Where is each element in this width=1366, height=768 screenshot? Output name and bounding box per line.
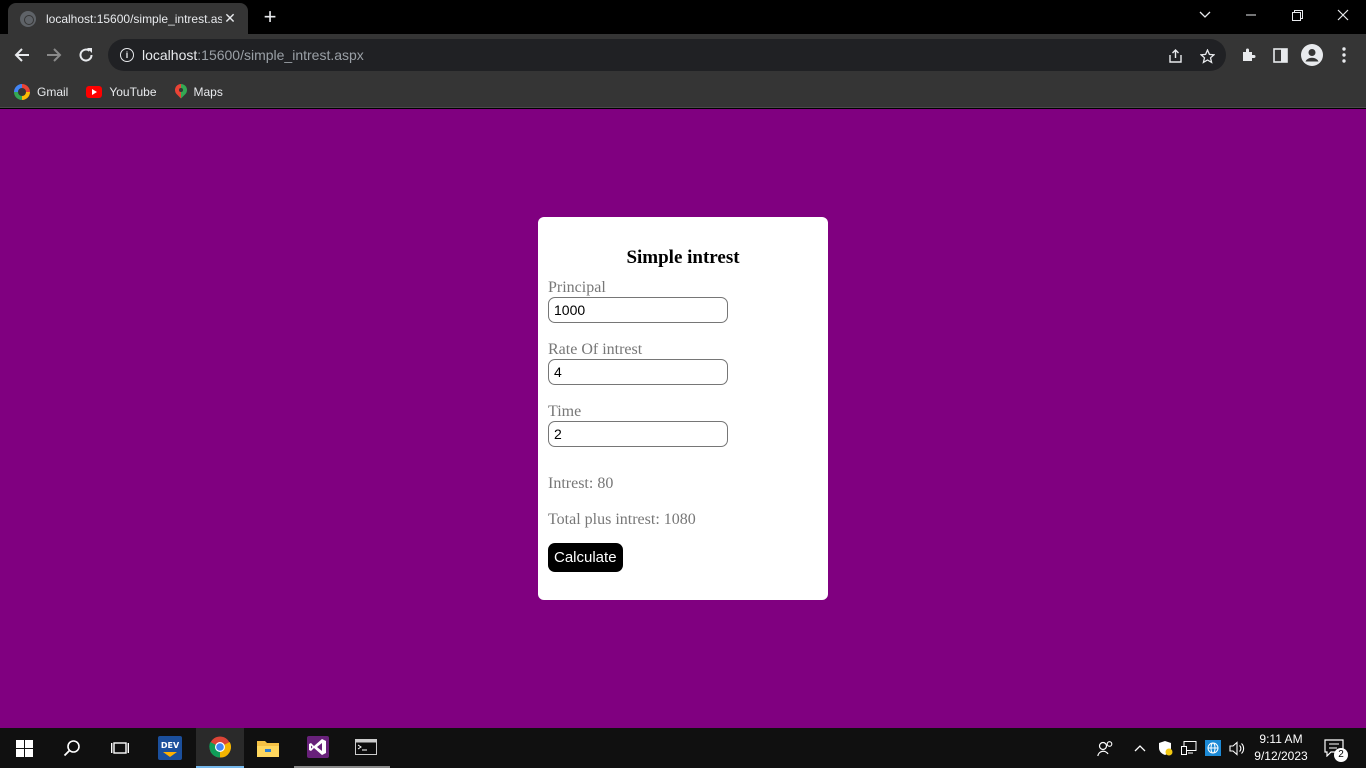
principal-input[interactable] — [548, 297, 728, 323]
chrome-icon[interactable] — [196, 728, 244, 768]
page-viewport: Simple intrest Principal Rate Of intrest… — [0, 109, 1366, 728]
tab-strip: localhost:15600/simple_intrest.aspx ✕ + — [0, 0, 1366, 34]
principal-label: Principal — [548, 279, 606, 296]
notification-count-badge: 2 — [1334, 748, 1348, 762]
tab-title: localhost:15600/simple_intrest.aspx — [46, 11, 222, 26]
bookmark-label: Gmail — [37, 84, 69, 99]
menu-kebab-icon[interactable] — [1330, 41, 1358, 69]
interest-result: Intrest: 80 — [548, 475, 614, 492]
maps-icon — [175, 84, 187, 100]
info-icon[interactable]: i — [120, 48, 134, 62]
svg-text:DEV: DEV — [161, 741, 180, 750]
chevron-up-icon[interactable] — [1132, 728, 1148, 768]
task-view-icon[interactable] — [96, 728, 144, 768]
restore-icon[interactable] — [1274, 0, 1320, 30]
youtube-icon — [86, 85, 103, 98]
terminal-icon[interactable] — [342, 728, 390, 768]
search-icon[interactable] — [48, 728, 96, 768]
forward-icon[interactable] — [40, 41, 68, 69]
notifications-icon[interactable]: 2 — [1322, 728, 1348, 768]
google-icon — [14, 83, 30, 100]
security-shield-icon[interactable] — [1156, 728, 1174, 768]
devexpress-icon[interactable]: DEV — [146, 728, 194, 768]
side-panel-icon[interactable] — [1266, 41, 1294, 69]
volume-icon[interactable] — [1228, 728, 1246, 768]
interest-form-card: Simple intrest Principal Rate Of intrest… — [538, 217, 828, 600]
browser-tab[interactable]: localhost:15600/simple_intrest.aspx ✕ — [8, 3, 248, 34]
windows-taskbar: DEV 9:11 AM 9/12/2023 2 — [0, 728, 1366, 768]
share-icon[interactable] — [1166, 47, 1184, 65]
browser-toolbar: i localhost :15600/simple_intrest.aspx — [0, 34, 1366, 76]
url-path: :15600/simple_intrest.aspx — [197, 47, 364, 63]
people-icon[interactable] — [1094, 728, 1116, 768]
clock-date: 9/12/2023 — [1254, 749, 1308, 763]
address-bar[interactable]: i localhost :15600/simple_intrest.aspx — [108, 39, 1226, 71]
reload-icon[interactable] — [72, 41, 100, 69]
visual-studio-icon[interactable] — [294, 728, 342, 768]
minimize-icon[interactable] — [1228, 0, 1274, 30]
network-icon[interactable] — [1180, 728, 1198, 768]
language-icon[interactable] — [1204, 728, 1222, 768]
time-label: Time — [548, 403, 582, 420]
rate-label: Rate Of intrest — [548, 341, 643, 358]
clock-time: 9:11 AM — [1259, 732, 1303, 746]
bookmark-star-icon[interactable] — [1198, 47, 1216, 65]
windows-start-icon[interactable] — [0, 728, 48, 768]
total-result: Total plus intrest: 1080 — [548, 511, 696, 528]
time-input[interactable] — [548, 421, 728, 447]
bookmark-youtube[interactable]: YouTube — [86, 84, 157, 99]
back-icon[interactable] — [8, 41, 36, 69]
bookmark-gmail[interactable]: Gmail — [14, 83, 69, 100]
bookmark-label: YouTube — [109, 84, 157, 99]
profile-avatar-icon[interactable] — [1298, 41, 1326, 69]
tab-close-icon[interactable]: ✕ — [222, 10, 238, 27]
taskbar-clock[interactable]: 9:11 AM 9/12/2023 — [1250, 731, 1312, 765]
bookmark-maps[interactable]: Maps — [175, 84, 223, 100]
tab-search-icon[interactable] — [1182, 0, 1228, 30]
url-host: localhost — [142, 47, 198, 63]
bookmark-label: Maps — [193, 84, 223, 99]
globe-icon — [20, 10, 36, 27]
extensions-icon[interactable] — [1234, 41, 1262, 69]
rate-input[interactable] — [548, 359, 728, 385]
close-window-icon[interactable] — [1320, 0, 1366, 30]
calculate-button[interactable]: Calculate — [548, 543, 623, 572]
file-explorer-icon[interactable] — [244, 728, 292, 768]
new-tab-button[interactable]: + — [258, 6, 282, 30]
form-title: Simple intrest — [626, 247, 740, 268]
bookmarks-bar: Gmail YouTube Maps — [0, 76, 1366, 108]
